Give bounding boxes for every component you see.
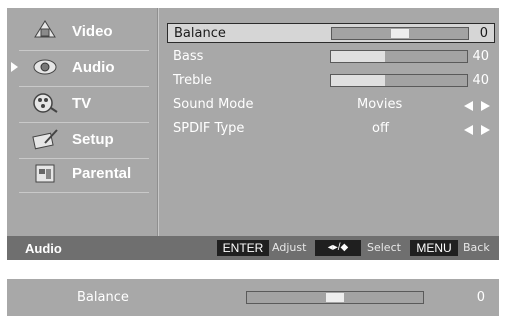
left-right-arrows-icon[interactable] (463, 122, 491, 136)
treble-slider[interactable] (330, 74, 468, 87)
sidebar-item-video[interactable]: Video (17, 16, 151, 47)
setting-row-treble[interactable]: Treble 40 (167, 71, 495, 91)
sidebar-item-label: TV (72, 95, 92, 112)
parental-icon (31, 161, 59, 185)
setup-icon (31, 127, 59, 151)
left-right-arrows-icon[interactable] (463, 98, 491, 112)
setting-value: 40 (472, 73, 489, 88)
setting-label: Bass (173, 49, 204, 64)
sidebar-item-label: Setup (72, 131, 114, 148)
slider-knob[interactable] (326, 293, 344, 302)
menu-key-action: Back (463, 241, 490, 254)
setting-row-spdif[interactable]: SPDIF Type off (167, 119, 495, 139)
setting-row-bass[interactable]: Bass 40 (167, 47, 495, 67)
setting-value: 40 (472, 49, 489, 64)
setting-label: SPDIF Type (173, 121, 245, 136)
arrows-key-badge: ◂▸/◆ (315, 240, 361, 256)
sidebar: Video Audio TV Setup Parental (7, 8, 157, 236)
spdif-value: off (372, 121, 389, 136)
sidebar-item-label: Audio (72, 59, 115, 76)
selected-arrow-icon (11, 62, 18, 72)
enter-key-action: Adjust (272, 241, 307, 254)
menu-title: Audio (25, 241, 62, 256)
divider (19, 50, 149, 51)
divider (19, 86, 149, 87)
strip-value: 0 (476, 290, 485, 305)
balance-adjust-strip: Balance 0 (7, 279, 499, 316)
sidebar-item-parental[interactable]: Parental (17, 158, 151, 189)
setting-row-sound-mode[interactable]: Sound Mode Movies (167, 95, 495, 115)
balance-slider[interactable] (331, 27, 469, 40)
menu-key-badge: MENU (410, 240, 458, 256)
slider-fill (331, 75, 386, 86)
strip-balance-slider[interactable] (246, 291, 424, 304)
setting-value: 0 (479, 26, 488, 41)
sound-mode-value: Movies (357, 97, 403, 112)
setting-label: Treble (173, 73, 212, 88)
setting-label: Balance (174, 26, 226, 41)
sidebar-item-label: Parental (72, 165, 132, 182)
audio-menu-panel: Video Audio TV Setup Parental Balance 0 … (7, 8, 499, 260)
video-icon (31, 19, 59, 43)
bottom-bar: Audio ENTER Adjust ◂▸/◆ Select MENU Back (7, 236, 499, 260)
divider (158, 8, 159, 236)
setting-label: Sound Mode (173, 97, 254, 112)
divider (19, 192, 149, 193)
enter-key-badge: ENTER (217, 240, 269, 256)
sidebar-item-label: Video (72, 23, 113, 40)
divider (19, 122, 149, 123)
arrows-key-action: Select (367, 241, 401, 254)
strip-label: Balance (77, 290, 129, 305)
tv-icon (31, 91, 59, 115)
sidebar-item-audio[interactable]: Audio (11, 52, 151, 83)
slider-knob[interactable] (391, 29, 409, 38)
slider-fill (331, 51, 386, 62)
setting-row-balance[interactable]: Balance 0 (167, 23, 495, 43)
sidebar-item-tv[interactable]: TV (17, 88, 151, 119)
bass-slider[interactable] (330, 50, 468, 63)
sidebar-item-setup[interactable]: Setup (17, 124, 151, 155)
audio-icon (31, 55, 59, 79)
